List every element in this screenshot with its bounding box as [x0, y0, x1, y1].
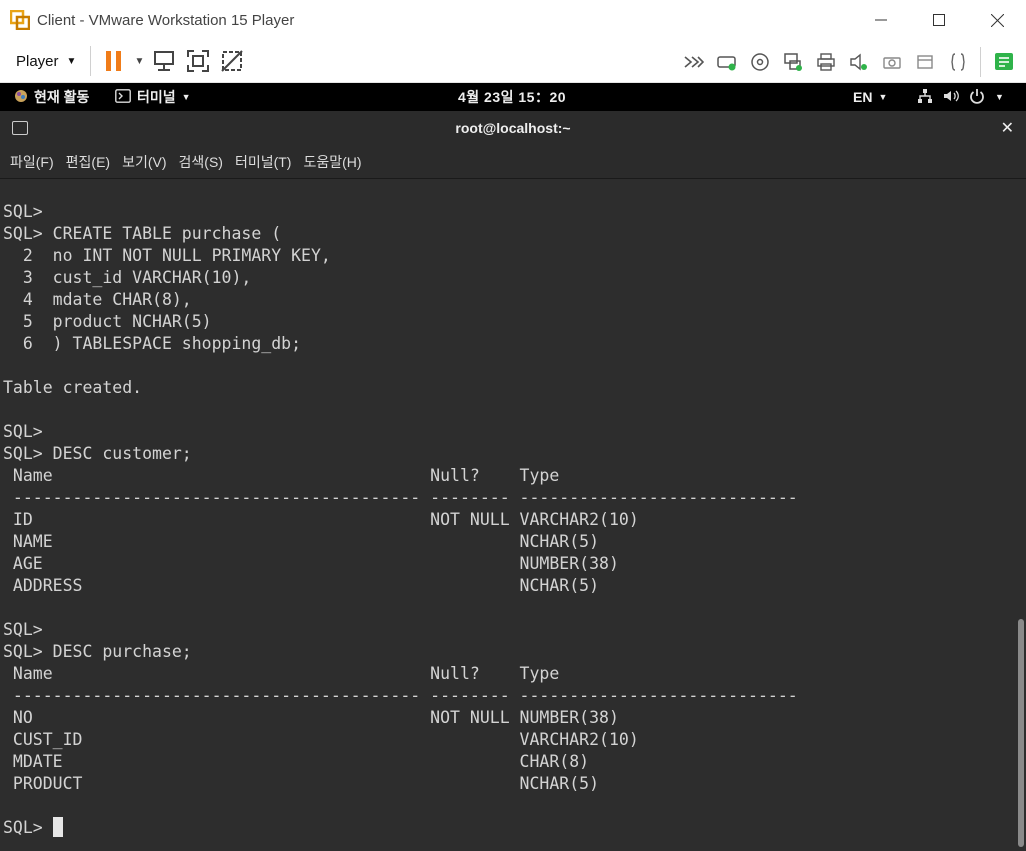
message-log-icon[interactable] [987, 45, 1020, 79]
terminal-line: SQL> [3, 202, 43, 221]
terminal-title: root@localhost:~ [455, 120, 571, 136]
maximize-button[interactable] [910, 0, 968, 40]
vmware-icon [9, 9, 31, 31]
chevron-down-icon: ▼ [134, 55, 145, 67]
pause-dropdown-button[interactable]: ▼ [131, 44, 147, 78]
terminal-output[interactable]: SQL> SQL> CREATE TABLE purchase ( 2 no I… [0, 179, 1026, 851]
app-menu-terminal[interactable]: 터미널 ▼ [115, 83, 191, 111]
terminal-lines: SQL> SQL> CREATE TABLE purchase ( 2 no I… [3, 201, 798, 839]
terminal-line: CUST_ID VARCHAR2(10) [3, 730, 639, 749]
pause-button[interactable] [97, 44, 131, 78]
text-cursor [52, 817, 63, 837]
terminal-prompt-line[interactable]: SQL> [3, 817, 798, 839]
chevron-down-icon: ▼ [878, 92, 888, 102]
printer-icon[interactable] [809, 45, 842, 79]
terminal-line: SQL> DESC customer; [3, 444, 192, 463]
player-menu-label: Player [16, 52, 59, 70]
vmware-toolbar: Player ▼ ▼ [0, 40, 1026, 83]
sql-prompt: SQL> [3, 818, 53, 837]
terminal-line: SQL> [3, 620, 43, 639]
sound-card-icon[interactable] [842, 45, 875, 79]
chevron-down-icon: ▼ [181, 92, 191, 102]
terminal-line: ADDRESS NCHAR(5) [3, 576, 600, 595]
terminal-line: SQL> DESC purchase; [3, 642, 192, 661]
menu-help[interactable]: 도움말(H) [298, 149, 366, 175]
terminal-header-bar: root@localhost:~ ✕ [0, 111, 1026, 146]
camera-icon[interactable] [875, 45, 908, 79]
network-wired-icon [917, 88, 933, 107]
terminal-line: ----------------------------------------… [3, 488, 798, 507]
app-menu-label: 터미널 [137, 89, 176, 105]
terminal-line: AGE NUMBER(38) [3, 554, 619, 573]
terminal-line: 2 no INT NOT NULL PRIMARY KEY, [3, 246, 331, 265]
activities-button[interactable]: 현재 활동 [14, 83, 89, 111]
scrollbar-thumb[interactable] [1018, 619, 1024, 847]
cd-drive-icon[interactable] [743, 45, 776, 79]
terminal-line: Name Null? Type [3, 466, 560, 485]
system-status-menu[interactable]: ▼ [917, 83, 1004, 111]
player-menu-button[interactable]: Player ▼ [8, 46, 84, 76]
unity-button[interactable] [215, 44, 249, 78]
menu-file[interactable]: 파일(F) [5, 149, 59, 175]
terminal-line: ----------------------------------------… [3, 686, 798, 705]
terminal-line: Name Null? Type [3, 664, 560, 683]
volume-icon [943, 88, 959, 107]
terminal-line: Table created. [3, 378, 143, 397]
activities-label: 현재 활동 [34, 89, 90, 105]
window-title-bar: Client - VMware Workstation 15 Player [0, 0, 1026, 40]
terminal-line: SQL> [3, 422, 43, 441]
menu-search[interactable]: 검색(S) [174, 149, 228, 175]
gnome-top-bar: 현재 활동 터미널 ▼ 4월 23일 15：20 EN ▼ ▼ [0, 83, 1026, 111]
window-title: Client - VMware Workstation 15 Player [37, 11, 295, 29]
terminal-line: SQL> CREATE TABLE purchase ( [3, 224, 282, 243]
terminal-app-icon [115, 88, 131, 106]
usb-device-icon[interactable] [908, 45, 941, 79]
terminal-menubar: 파일(F) 편집(E) 보기(V) 검색(S) 터미널(T) 도움말(H) [0, 146, 1026, 179]
send-ctrl-alt-del-button[interactable] [147, 44, 181, 78]
language-label: EN [853, 89, 873, 105]
terminal-scrollbar[interactable] [1016, 179, 1026, 851]
power-icon [969, 88, 985, 107]
menu-edit[interactable]: 편집(E) [61, 149, 115, 175]
terminal-line: 6 ) TABLESPACE shopping_db; [3, 334, 302, 353]
chevron-down-icon: ▼ [66, 55, 77, 67]
toolbar-divider [90, 46, 92, 76]
terminal-line: 5 product NCHAR(5) [3, 312, 212, 331]
close-button[interactable] [968, 0, 1026, 40]
terminal-line: 3 cust_id VARCHAR(10), [3, 268, 252, 287]
menu-terminal[interactable]: 터미널(T) [230, 149, 297, 175]
terminal-line: 4 mdate CHAR(8), [3, 290, 192, 309]
fast-forward-icon[interactable] [677, 45, 710, 79]
toolbar-divider [980, 46, 981, 77]
terminal-line: ID NOT NULL VARCHAR2(10) [3, 510, 639, 529]
terminal-line: PRODUCT NCHAR(5) [3, 774, 600, 793]
network-adapter-icon[interactable] [776, 45, 809, 79]
terminal-line: MDATE CHAR(8) [3, 752, 590, 771]
menu-view[interactable]: 보기(V) [117, 149, 171, 175]
activities-icon [14, 89, 28, 106]
hard-disk-icon[interactable] [710, 45, 743, 79]
terminal-close-button[interactable]: ✕ [1001, 111, 1014, 146]
more-devices-icon[interactable] [941, 45, 974, 79]
terminal-line: NO NOT NULL NUMBER(38) [3, 708, 619, 727]
clock[interactable]: 4월 23일 15：20 [458, 83, 566, 111]
minimize-button[interactable] [852, 0, 910, 40]
chevron-down-icon: ▼ [995, 92, 1004, 102]
full-screen-button[interactable] [181, 44, 215, 78]
terminal-line: NAME NCHAR(5) [3, 532, 600, 551]
input-language-selector[interactable]: EN ▼ [853, 83, 887, 111]
